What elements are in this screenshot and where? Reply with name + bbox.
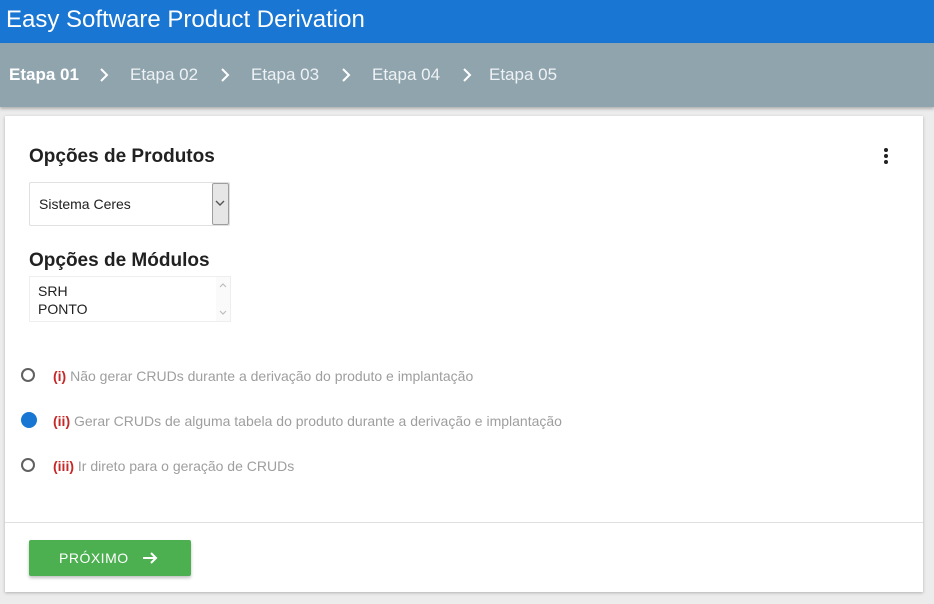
chevron-right-icon [221,68,230,82]
chevron-right-icon [100,68,109,82]
step-5[interactable]: Etapa 05 [489,65,557,85]
step-1[interactable]: Etapa 01 [9,65,79,85]
app-bar: Easy Software Product Derivation [0,0,934,43]
modules-listbox[interactable]: SRH PONTO [29,276,231,322]
divider [5,522,923,523]
chevron-right-icon [463,68,472,82]
option-label: (i) Não gerar CRUDs durante a derivação … [53,368,474,384]
derivation-card: Opções de Produtos Sistema Ceres Opções … [5,116,923,592]
step-3[interactable]: Etapa 03 [251,65,319,85]
arrow-forward-icon [143,552,158,564]
next-button[interactable]: PRÓXIMO [29,540,191,576]
product-select-value: Sistema Ceres [39,196,131,212]
products-heading: Opções de Produtos [29,146,215,167]
scroll-arrows-icon [219,283,227,315]
chevron-down-icon [215,200,225,206]
chevron-right-icon [342,68,351,82]
radio-button[interactable] [21,368,35,382]
listbox-scrollbar[interactable] [216,277,230,321]
radio-button[interactable] [21,458,35,472]
step-4[interactable]: Etapa 04 [372,65,440,85]
stepper: Etapa 01 Etapa 02 Etapa 03 Etapa 04 Etap… [0,43,934,107]
module-option[interactable]: SRH [38,283,68,300]
more-vert-icon[interactable] [877,148,895,166]
app-title: Easy Software Product Derivation [6,6,365,33]
option-label: (iii) Ir direto para o geração de CRUDs [53,458,295,474]
radio-button-checked[interactable] [21,412,37,428]
option-label: (ii) Gerar CRUDs de alguma tabela do pro… [53,413,562,429]
modules-heading: Opções de Módulos [29,250,210,271]
module-option[interactable]: PONTO [38,301,88,318]
dropdown-arrow[interactable] [212,183,229,225]
next-button-label: PRÓXIMO [59,550,129,566]
step-2[interactable]: Etapa 02 [130,65,198,85]
product-select[interactable]: Sistema Ceres [29,182,230,226]
